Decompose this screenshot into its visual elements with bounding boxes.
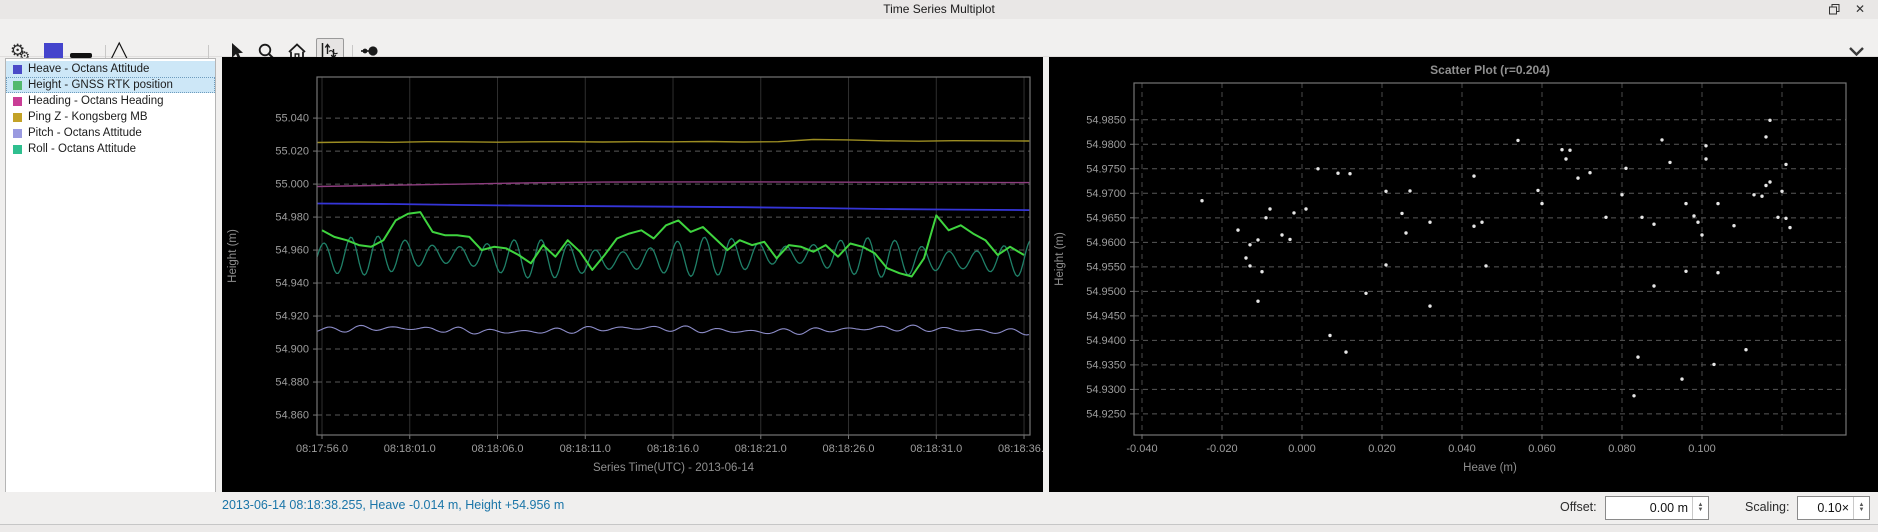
spin-down-icon[interactable]: ▼	[1859, 507, 1865, 513]
svg-text:0.000: 0.000	[1288, 443, 1316, 455]
title-bar: Time Series Multiplot ✕	[0, 0, 1878, 19]
svg-text:08:17:56.0: 08:17:56.0	[296, 443, 348, 455]
offset-spin-buttons[interactable]: ▲ ▼	[1692, 497, 1708, 519]
series-color-swatch	[13, 144, 22, 154]
svg-text:08:18:11.0: 08:18:11.0	[560, 443, 611, 455]
svg-text:54.920: 54.920	[275, 311, 309, 323]
legend-item-label: Pitch - Octans Attitude	[28, 127, 142, 139]
scaling-label: Scaling:	[1745, 500, 1790, 514]
svg-text:54.9400: 54.9400	[1086, 335, 1126, 347]
scaling-spinbox[interactable]: 0.10× ▲ ▼	[1797, 496, 1870, 520]
series-color-swatch	[13, 96, 22, 106]
svg-text:54.9300: 54.9300	[1086, 384, 1126, 396]
scaling-value[interactable]: 0.10×	[1798, 501, 1853, 515]
legend-item-label: Heading - Octans Heading	[28, 95, 164, 107]
svg-text:0.040: 0.040	[1448, 443, 1476, 455]
svg-text:54.9600: 54.9600	[1086, 237, 1126, 249]
timeseries-plot[interactable]: 08:17:56.0 08:18:01.0 08:18:06.0 08:18:11.0…	[222, 57, 1043, 492]
svg-text:54.9800: 54.9800	[1086, 139, 1126, 151]
svg-text:54.880: 54.880	[275, 377, 309, 389]
restore-window-button[interactable]	[1824, 1, 1844, 17]
series-color-swatch	[13, 128, 22, 138]
svg-text:08:18:31.0: 08:18:31.0	[910, 443, 962, 455]
legend-item-roll[interactable]: Roll - Octans Attitude	[6, 141, 215, 157]
cursor-readout: 2013-06-14 08:18:38.255, Heave -0.014 m,…	[222, 498, 565, 512]
offset-label: Offset:	[1560, 500, 1597, 514]
scatter-plot[interactable]: -0.040 -0.020 0.000 0.020 0.040 0.060 0.080 0.1…	[1049, 57, 1878, 492]
svg-text:54.860: 54.860	[275, 410, 309, 422]
series-legend-panel: Heave - Octans Attitude Height - GNSS RT…	[5, 58, 216, 522]
svg-text:54.9650: 54.9650	[1086, 212, 1126, 224]
svg-text:0.020: 0.020	[1368, 443, 1396, 455]
svg-text:08:18:06.0: 08:18:06.0	[472, 443, 524, 455]
svg-text:08:18:16.0: 08:18:16.0	[647, 443, 699, 455]
series-color-swatch	[13, 112, 22, 122]
svg-text:08:18:21.0: 08:18:21.0	[735, 443, 787, 455]
restore-icon	[1828, 3, 1839, 14]
legend-item-height[interactable]: Height - GNSS RTK position	[6, 77, 215, 93]
collapse-chevron-icon[interactable]	[1849, 47, 1864, 56]
svg-text:54.9350: 54.9350	[1086, 359, 1126, 371]
svg-text:Height (m): Height (m)	[1054, 232, 1066, 286]
svg-text:Series Time(UTC) - 2013-06-14: Series Time(UTC) - 2013-06-14	[593, 462, 755, 474]
svg-text:54.9850: 54.9850	[1086, 114, 1126, 126]
svg-text:54.960: 54.960	[275, 245, 309, 257]
legend-item-label: Height - GNSS RTK position	[28, 79, 173, 91]
svg-text:Heave (m): Heave (m)	[1463, 462, 1517, 474]
svg-text:-0.040: -0.040	[1126, 443, 1157, 455]
svg-text:0.060: 0.060	[1528, 443, 1556, 455]
svg-text:Height (m): Height (m)	[227, 229, 239, 283]
legend-item-label: Roll - Octans Attitude	[28, 143, 137, 155]
svg-text:08:18:26.0: 08:18:26.0	[823, 443, 875, 455]
svg-text:0.080: 0.080	[1608, 443, 1636, 455]
svg-text:54.940: 54.940	[275, 278, 309, 290]
legend-item-heave[interactable]: Heave - Octans Attitude	[6, 61, 215, 77]
svg-text:08:18:36.0: 08:18:36.0	[998, 443, 1043, 455]
svg-text:55.040: 55.040	[275, 113, 309, 125]
scaling-spin-buttons[interactable]: ▲ ▼	[1853, 497, 1869, 519]
svg-text:54.980: 54.980	[275, 212, 309, 224]
svg-text:54.9500: 54.9500	[1086, 286, 1126, 298]
offset-value[interactable]: 0.00 m	[1606, 501, 1692, 515]
offset-spinbox[interactable]: 0.00 m ▲ ▼	[1605, 496, 1709, 520]
svg-text:54.9750: 54.9750	[1086, 163, 1126, 175]
legend-item-pitch[interactable]: Pitch - Octans Attitude	[6, 125, 215, 141]
svg-text:54.9250: 54.9250	[1086, 408, 1126, 420]
spin-down-icon[interactable]: ▼	[1698, 507, 1704, 513]
status-bar: 2013-06-14 08:18:38.255, Heave -0.014 m,…	[0, 492, 1878, 524]
svg-text:54.9550: 54.9550	[1086, 261, 1126, 273]
app-window: Time Series Multiplot ✕ ⚙⚙ ⌄ △	[0, 0, 1878, 532]
series-color-swatch	[13, 64, 22, 74]
svg-text:54.9450: 54.9450	[1086, 310, 1126, 322]
svg-text:55.020: 55.020	[275, 146, 309, 158]
window-title: Time Series Multiplot	[883, 2, 995, 16]
svg-text:08:18:01.0: 08:18:01.0	[384, 443, 436, 455]
svg-text:-0.020: -0.020	[1206, 443, 1237, 455]
series-color-swatch	[13, 80, 22, 90]
legend-item-label: Heave - Octans Attitude	[28, 63, 150, 75]
svg-text:54.900: 54.900	[275, 344, 309, 356]
svg-text:55.000: 55.000	[275, 179, 309, 191]
legend-item-label: Ping Z - Kongsberg MB	[28, 111, 148, 123]
svg-text:0.100: 0.100	[1688, 443, 1716, 455]
legend-item-heading[interactable]: Heading - Octans Heading	[6, 93, 215, 109]
close-window-button[interactable]: ✕	[1850, 1, 1870, 17]
window-bottom-edge	[0, 524, 1878, 532]
svg-text:Scatter Plot (r=0.204): Scatter Plot (r=0.204)	[1430, 63, 1550, 77]
legend-item-ping-z[interactable]: Ping Z - Kongsberg MB	[6, 109, 215, 125]
svg-text:54.9700: 54.9700	[1086, 188, 1126, 200]
toolbar: ⚙⚙ ⌄ △	[0, 19, 1878, 71]
